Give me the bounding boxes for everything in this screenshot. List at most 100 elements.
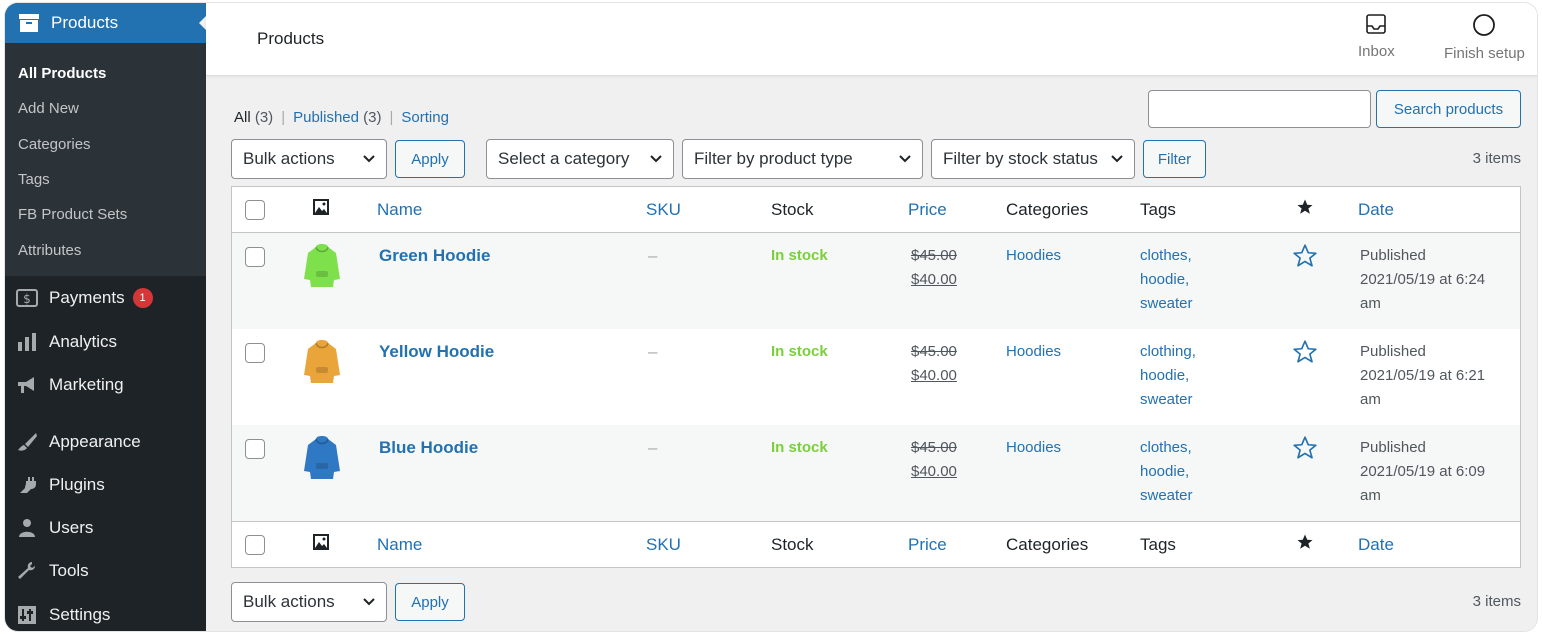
- items-count-bottom: 3 items: [1472, 593, 1521, 610]
- finish-setup-button[interactable]: Finish setup: [1444, 13, 1525, 62]
- sidebar-item-tools[interactable]: Tools: [5, 551, 206, 591]
- column-categories: Categories: [1006, 200, 1089, 219]
- footer-column-date[interactable]: Date: [1358, 533, 1394, 557]
- stock-status: In stock: [771, 439, 828, 456]
- submenu-tags[interactable]: Tags: [18, 171, 50, 188]
- featured-star-icon[interactable]: [1292, 243, 1318, 276]
- tag-link[interactable]: hoodie,: [1140, 268, 1260, 292]
- sidebar-item-analytics[interactable]: Analytics: [5, 322, 206, 362]
- sidebar-item-products[interactable]: Products: [5, 3, 207, 43]
- column-name[interactable]: Name: [377, 198, 422, 222]
- footer-column-price[interactable]: Price: [908, 533, 947, 557]
- bar-chart-icon: [15, 330, 39, 354]
- tags-list: clothing, hoodie, sweater: [1140, 340, 1260, 412]
- filter-button[interactable]: Filter: [1143, 140, 1206, 178]
- date-line: am: [1360, 295, 1381, 312]
- finish-setup-label: Finish setup: [1444, 45, 1525, 62]
- search-input[interactable]: [1148, 90, 1371, 128]
- category-select[interactable]: Select a category: [486, 139, 674, 179]
- product-date: Published 2021/05/19 at 6:21 am: [1360, 340, 1510, 412]
- product-thumbnail[interactable]: [302, 337, 342, 387]
- select-all-checkbox-footer[interactable]: [245, 535, 265, 555]
- inbox-button[interactable]: Inbox: [1358, 13, 1395, 60]
- sidebar-item-users[interactable]: Users: [5, 508, 206, 548]
- submenu-all-products[interactable]: All Products: [18, 65, 106, 82]
- category-link[interactable]: Hoodies: [1006, 244, 1061, 268]
- date-status: Published: [1360, 247, 1426, 264]
- featured-column-star-icon[interactable]: [1296, 198, 1314, 223]
- chevron-down-icon: [362, 592, 376, 612]
- svg-text:$: $: [23, 292, 31, 306]
- sidebar-item-label: Marketing: [49, 375, 124, 394]
- product-date: Published 2021/05/19 at 6:24 am: [1360, 244, 1510, 316]
- sidebar-item-payments[interactable]: $ Payments 1: [5, 278, 206, 318]
- column-tags: Tags: [1140, 200, 1176, 219]
- product-thumbnail[interactable]: [302, 433, 342, 483]
- table-row: Yellow Hoodie – In stock $45.00 $40.00 Hoodie…: [232, 329, 1520, 425]
- sale-price: $40.00: [911, 367, 957, 384]
- tag-link[interactable]: sweater: [1140, 292, 1260, 316]
- tag-link[interactable]: sweater: [1140, 484, 1260, 508]
- product-name-link[interactable]: Yellow Hoodie: [379, 340, 494, 364]
- sidebar-item-label: Settings: [49, 605, 111, 624]
- image-column-icon: [312, 533, 330, 558]
- tags-list: clothes, hoodie, sweater: [1140, 436, 1260, 508]
- submenu-add-new[interactable]: Add New: [18, 100, 79, 117]
- apply-button[interactable]: Apply: [395, 140, 465, 178]
- product-name-link[interactable]: Green Hoodie: [379, 244, 490, 268]
- settings-icon: [15, 603, 39, 627]
- bulk-actions-select-bottom[interactable]: Bulk actions: [231, 582, 387, 622]
- date-line: 2021/05/19 at 6:21: [1360, 367, 1486, 384]
- submenu-categories[interactable]: Categories: [18, 136, 91, 153]
- stock-status-select[interactable]: Filter by stock status: [931, 139, 1135, 179]
- featured-star-icon[interactable]: [1292, 435, 1318, 468]
- table-row: Blue Hoodie – In stock $45.00 $40.00 Hoodies c…: [232, 425, 1520, 521]
- view-all-link[interactable]: All (3): [234, 109, 273, 126]
- footer-column-sku[interactable]: SKU: [646, 533, 681, 557]
- tag-link[interactable]: clothes,: [1140, 244, 1260, 268]
- category-link[interactable]: Hoodies: [1006, 340, 1061, 364]
- sidebar-item-settings[interactable]: Settings: [5, 595, 206, 631]
- products-table: Name SKU Stock Price Categories Tags Dat…: [231, 186, 1521, 568]
- featured-star-icon[interactable]: [1292, 339, 1318, 372]
- column-date[interactable]: Date: [1358, 198, 1394, 222]
- date-line: 2021/05/19 at 6:24: [1360, 271, 1486, 288]
- tag-link[interactable]: sweater: [1140, 388, 1260, 412]
- tag-link[interactable]: clothing,: [1140, 340, 1260, 364]
- product-name-link[interactable]: Blue Hoodie: [379, 436, 478, 460]
- submenu-fb-product-sets[interactable]: FB Product Sets: [18, 206, 127, 223]
- view-published-link[interactable]: Published (3): [293, 109, 381, 126]
- row-checkbox[interactable]: [245, 439, 265, 459]
- regular-price: $45.00: [911, 439, 957, 456]
- tag-link[interactable]: hoodie,: [1140, 364, 1260, 388]
- view-sorting-link[interactable]: Sorting: [401, 109, 449, 126]
- select-all-checkbox[interactable]: [245, 200, 265, 220]
- sidebar-item-plugins[interactable]: Plugins: [5, 465, 206, 505]
- product-thumbnail[interactable]: [302, 241, 342, 291]
- featured-column-star-icon[interactable]: [1296, 533, 1314, 558]
- apply-button-bottom[interactable]: Apply: [395, 583, 465, 621]
- sidebar-item-appearance[interactable]: Appearance: [5, 422, 206, 462]
- sidebar-item-label: Appearance: [49, 432, 141, 451]
- column-price[interactable]: Price: [908, 198, 947, 222]
- row-checkbox[interactable]: [245, 343, 265, 363]
- tag-link[interactable]: hoodie,: [1140, 460, 1260, 484]
- tag-link[interactable]: clothes,: [1140, 436, 1260, 460]
- column-sku[interactable]: SKU: [646, 198, 681, 222]
- submenu-attributes[interactable]: Attributes: [18, 242, 81, 259]
- product-type-select[interactable]: Filter by product type: [682, 139, 923, 179]
- product-sku: –: [648, 246, 658, 265]
- inbox-label: Inbox: [1358, 43, 1395, 60]
- column-stock: Stock: [771, 200, 814, 219]
- date-line: 2021/05/19 at 6:09: [1360, 463, 1486, 480]
- search-products-button[interactable]: Search products: [1376, 90, 1521, 128]
- sidebar-item-marketing[interactable]: Marketing: [5, 365, 206, 405]
- table-header-row: Name SKU Stock Price Categories Tags Dat…: [232, 187, 1520, 233]
- product-sku: –: [648, 342, 658, 361]
- row-checkbox[interactable]: [245, 247, 265, 267]
- category-link[interactable]: Hoodies: [1006, 436, 1061, 460]
- bulk-actions-select[interactable]: Bulk actions: [231, 139, 387, 179]
- footer-column-name[interactable]: Name: [377, 533, 422, 557]
- sidebar-item-label: Products: [51, 13, 119, 32]
- notification-badge: 1: [132, 288, 153, 308]
